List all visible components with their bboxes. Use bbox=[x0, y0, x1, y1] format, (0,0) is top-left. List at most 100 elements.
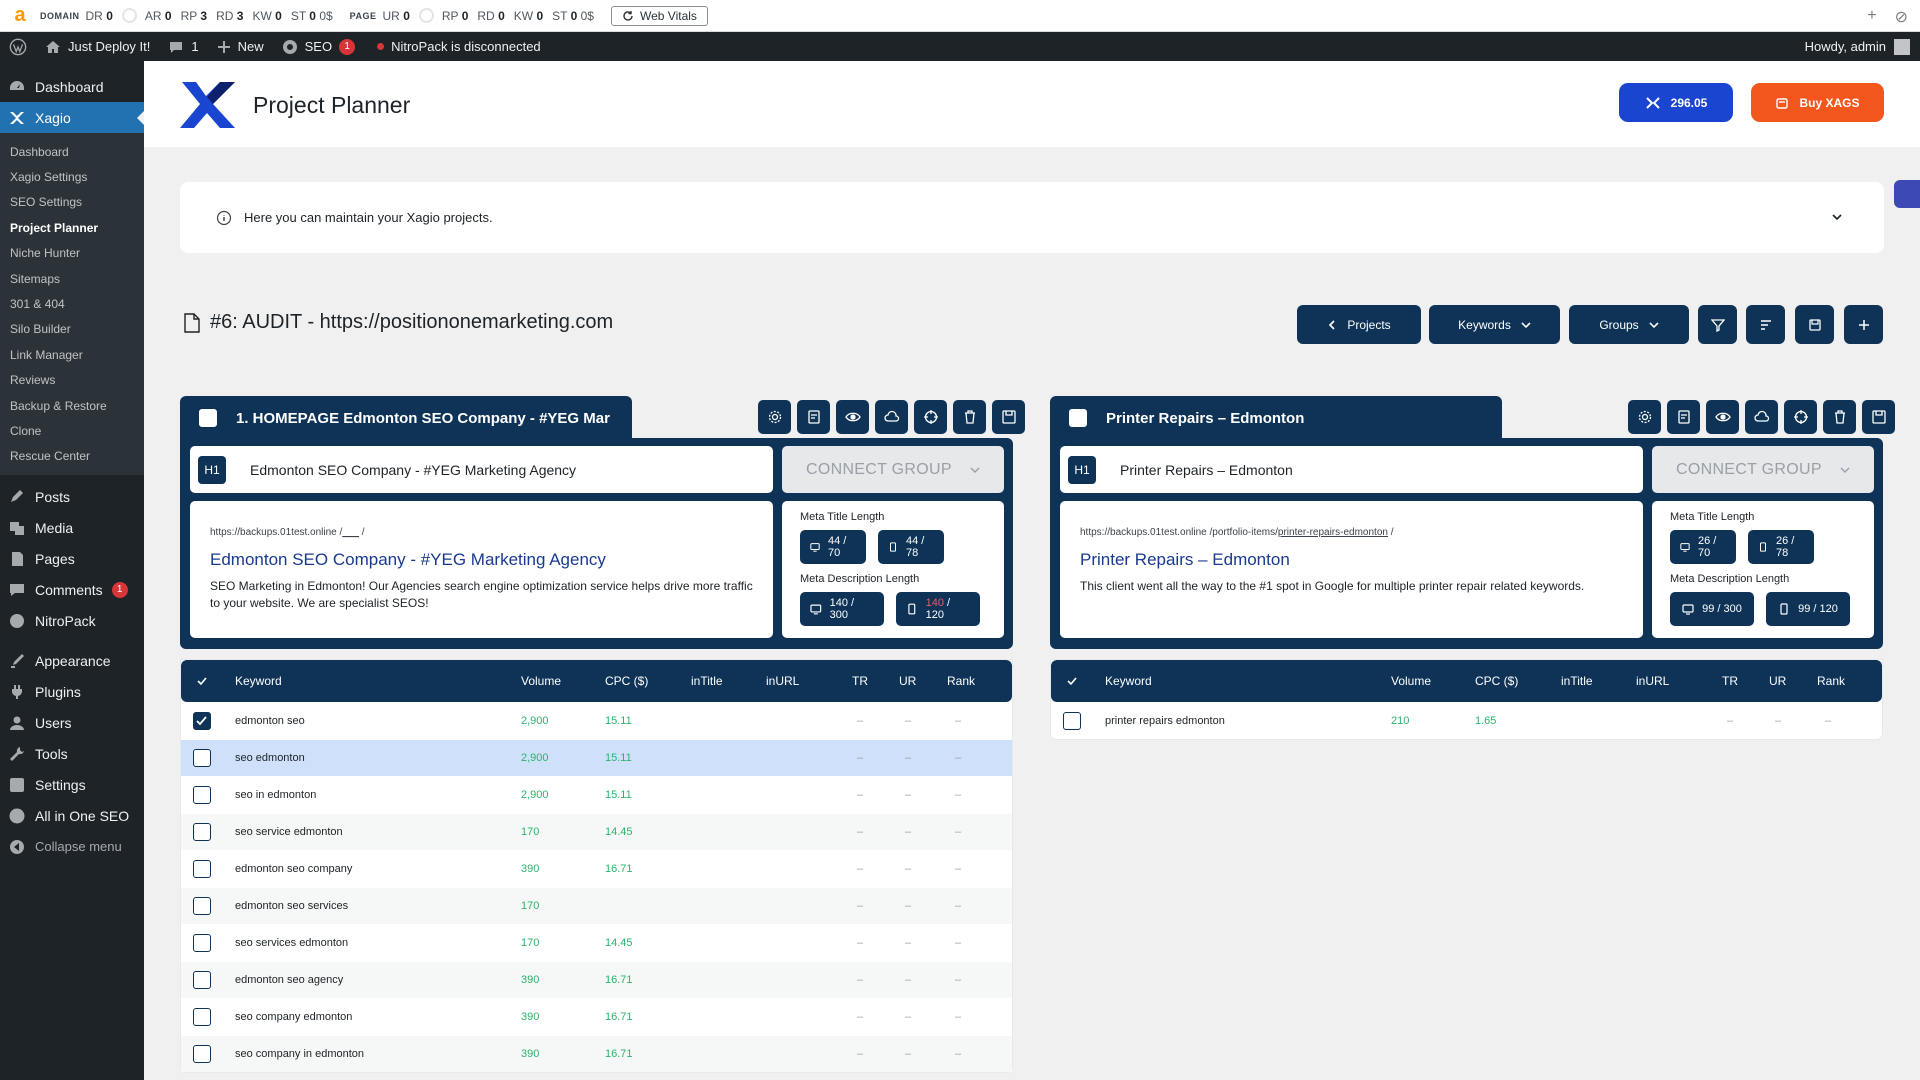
submenu-item-clone[interactable]: Clone bbox=[0, 418, 144, 443]
ahrefs-logo-icon[interactable]: a bbox=[0, 0, 40, 32]
target-group-button[interactable] bbox=[1784, 400, 1817, 434]
projects-button[interactable]: Projects bbox=[1297, 305, 1421, 344]
submenu-item-link-manager[interactable]: Link Manager bbox=[0, 342, 144, 367]
table-row[interactable]: seo services edmonton 170 14.45 – – – bbox=[181, 924, 1012, 961]
sidebar-item-dashboard[interactable]: Dashboard bbox=[0, 71, 144, 102]
table-row[interactable]: edmonton seo agency 390 16.71 – – – bbox=[181, 961, 1012, 998]
sidebar-item-plugins[interactable]: Plugins bbox=[0, 676, 144, 707]
row-checkbox[interactable] bbox=[193, 749, 211, 767]
groups-dropdown[interactable]: Groups bbox=[1569, 305, 1689, 344]
column-header[interactable]: inURL bbox=[766, 674, 799, 688]
serp-title-input[interactable]: Edmonton SEO Company - #YEG Marketing Ag… bbox=[210, 550, 753, 570]
sidebar-item-all-in-one-seo[interactable]: All in One SEO bbox=[0, 800, 144, 831]
serp-description-input[interactable]: SEO Marketing in Edmonton! Our Agencies … bbox=[210, 578, 753, 612]
sidebar-item-pages[interactable]: Pages bbox=[0, 543, 144, 574]
cloud-group-button[interactable] bbox=[875, 400, 908, 434]
submenu-item-301-404[interactable]: 301 & 404 bbox=[0, 291, 144, 316]
column-header[interactable]: TR bbox=[1722, 674, 1738, 688]
table-row[interactable]: edmonton seo services 170 – – – bbox=[181, 887, 1012, 924]
table-row[interactable]: printer repairs edmonton 210 1.65 – – – bbox=[1051, 702, 1882, 739]
new-content-link[interactable]: New bbox=[208, 32, 273, 61]
keyword-cell[interactable]: edmonton seo services bbox=[235, 900, 348, 912]
row-checkbox[interactable] bbox=[193, 1045, 211, 1063]
web-vitals-button[interactable]: Web Vitals bbox=[610, 5, 708, 26]
group-checkbox[interactable] bbox=[198, 408, 218, 428]
h1-text[interactable]: Edmonton SEO Company - #YEG Marketing Ag… bbox=[250, 462, 576, 478]
row-checkbox[interactable] bbox=[193, 1008, 211, 1026]
submenu-item-niche-hunter[interactable]: Niche Hunter bbox=[0, 241, 144, 266]
settings-off-icon[interactable]: ⊘ bbox=[1895, 7, 1908, 27]
target-group-button[interactable] bbox=[914, 400, 947, 434]
column-header[interactable]: inTitle bbox=[1561, 674, 1593, 688]
site-name-link[interactable]: Just Deploy It! bbox=[36, 32, 159, 61]
row-checkbox[interactable] bbox=[193, 786, 211, 804]
keyword-cell[interactable]: seo company in edmonton bbox=[235, 1048, 364, 1060]
submenu-item-reviews[interactable]: Reviews bbox=[0, 368, 144, 393]
column-header[interactable]: UR bbox=[1769, 674, 1786, 688]
row-checkbox[interactable] bbox=[193, 860, 211, 878]
column-header[interactable]: Keyword bbox=[1105, 674, 1152, 688]
keyword-cell[interactable]: seo in edmonton bbox=[235, 789, 316, 801]
table-row[interactable]: seo service edmonton 170 14.45 – – – bbox=[181, 813, 1012, 850]
submenu-item-silo-builder[interactable]: Silo Builder bbox=[0, 317, 144, 342]
column-header[interactable]: CPC ($) bbox=[1475, 674, 1518, 688]
group-name[interactable]: Printer Repairs – Edmonton bbox=[1106, 410, 1304, 427]
keyword-cell[interactable]: seo service edmonton bbox=[235, 826, 343, 838]
serp-description-input[interactable]: This client went all the way to the #1 s… bbox=[1080, 578, 1623, 595]
keyword-cell[interactable]: seo services edmonton bbox=[235, 937, 348, 949]
submenu-item-sitemaps[interactable]: Sitemaps bbox=[0, 266, 144, 291]
column-header[interactable]: CPC ($) bbox=[605, 674, 648, 688]
keyword-cell[interactable]: edmonton seo bbox=[235, 715, 305, 727]
buy-xags-button[interactable]: Buy XAGS bbox=[1751, 83, 1884, 122]
group-name[interactable]: 1. HOMEPAGE Edmonton SEO Company - #YEG … bbox=[236, 410, 610, 427]
sidebar-item-posts[interactable]: Posts bbox=[0, 481, 144, 512]
collapse-menu-button[interactable]: Collapse menu bbox=[0, 831, 144, 862]
row-checkbox[interactable] bbox=[193, 823, 211, 841]
h1-field[interactable]: H1 Edmonton SEO Company - #YEG Marketing … bbox=[190, 446, 773, 493]
row-checkbox[interactable] bbox=[193, 712, 211, 730]
column-header[interactable]: Volume bbox=[521, 674, 561, 688]
seo-menu[interactable]: SEO 1 bbox=[273, 32, 364, 61]
wordpress-logo-icon[interactable] bbox=[0, 32, 36, 61]
sidebar-item-settings[interactable]: Settings bbox=[0, 769, 144, 800]
save-group-button[interactable] bbox=[992, 400, 1025, 434]
table-row[interactable]: edmonton seo 2,900 15.11 – – – bbox=[181, 702, 1012, 739]
settings-group-button[interactable] bbox=[1628, 400, 1661, 434]
submenu-item-project-planner[interactable]: Project Planner bbox=[0, 215, 144, 240]
sort-button[interactable] bbox=[1746, 305, 1785, 344]
connect-group-dropdown[interactable]: CONNECT GROUP bbox=[782, 446, 1004, 493]
group-name-tab[interactable]: Printer Repairs – Edmonton bbox=[1050, 396, 1502, 440]
save-group-button[interactable] bbox=[1862, 400, 1895, 434]
plus-icon[interactable]: + bbox=[1867, 7, 1876, 27]
eye-group-button[interactable] bbox=[836, 400, 869, 434]
table-row[interactable]: seo company edmonton 390 16.71 – – – bbox=[181, 998, 1012, 1035]
chevron-down-icon[interactable] bbox=[1830, 210, 1844, 224]
add-group-button[interactable] bbox=[1844, 305, 1883, 344]
keywords-dropdown[interactable]: Keywords bbox=[1429, 305, 1560, 344]
keyword-cell[interactable]: seo company edmonton bbox=[235, 1011, 352, 1023]
table-row[interactable]: seo in edmonton 2,900 15.11 – – – bbox=[181, 776, 1012, 813]
serp-title-input[interactable]: Printer Repairs – Edmonton bbox=[1080, 550, 1623, 570]
row-checkbox[interactable] bbox=[1063, 712, 1081, 730]
h1-text[interactable]: Printer Repairs – Edmonton bbox=[1120, 462, 1293, 478]
column-header[interactable]: Volume bbox=[1391, 674, 1431, 688]
url-slug-input[interactable]: ___ bbox=[342, 527, 359, 538]
submenu-item-xagio-settings[interactable]: Xagio Settings bbox=[0, 164, 144, 189]
select-all-check-icon[interactable] bbox=[1066, 675, 1078, 687]
sidebar-item-xagio[interactable]: Xagio bbox=[0, 102, 144, 133]
cloud-group-button[interactable] bbox=[1745, 400, 1778, 434]
row-checkbox[interactable] bbox=[193, 934, 211, 952]
table-row[interactable]: seo company in edmonton 390 16.71 – – – bbox=[181, 1035, 1012, 1072]
column-header[interactable]: Rank bbox=[1817, 674, 1845, 688]
table-row[interactable]: edmonton seo company 390 16.71 – – – bbox=[181, 850, 1012, 887]
group-name-tab[interactable]: 1. HOMEPAGE Edmonton SEO Company - #YEG … bbox=[180, 396, 632, 440]
row-checkbox[interactable] bbox=[193, 971, 211, 989]
sidebar-item-media[interactable]: Media bbox=[0, 512, 144, 543]
eye-group-button[interactable] bbox=[1706, 400, 1739, 434]
column-header[interactable]: Rank bbox=[947, 674, 975, 688]
trash-group-button[interactable] bbox=[953, 400, 986, 434]
sidebar-item-tools[interactable]: Tools bbox=[0, 738, 144, 769]
keyword-cell[interactable]: printer repairs edmonton bbox=[1105, 715, 1225, 727]
url-slug-input[interactable]: printer-repairs-edmonton bbox=[1278, 527, 1388, 538]
h1-field[interactable]: H1 Printer Repairs – Edmonton bbox=[1060, 446, 1643, 493]
